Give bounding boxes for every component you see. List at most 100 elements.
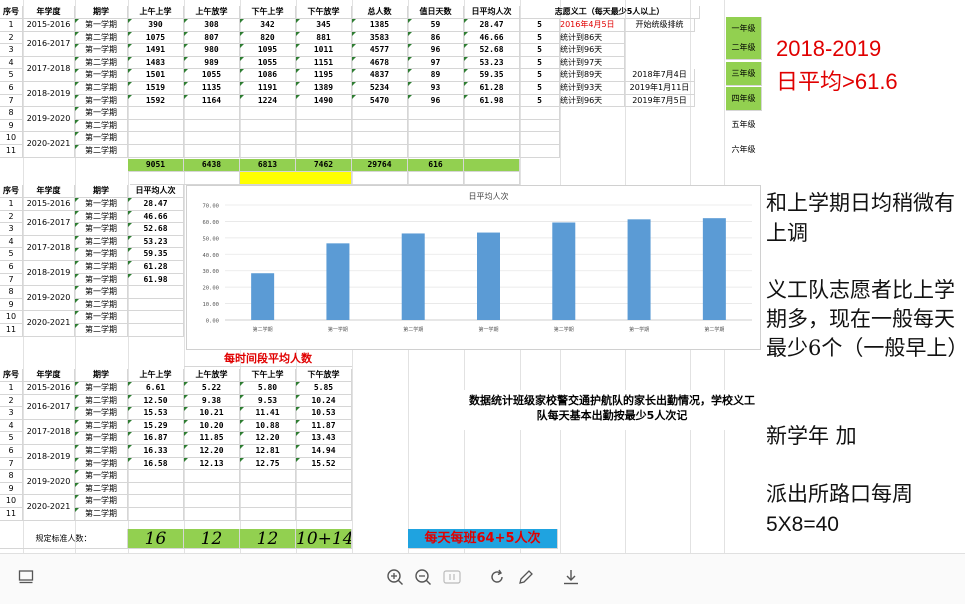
table3-term: 第二学期 (75, 508, 128, 521)
table1-row-index: 8 (0, 107, 23, 120)
rotate-icon[interactable] (486, 566, 508, 588)
table1-cell: 1086 (240, 69, 296, 82)
table1-cell: 1491 (128, 44, 184, 57)
bar-chart: 日平均人次 70.00 60.00 50.00 40.00 30.00 20.00 10.00… (186, 185, 761, 350)
table1-row-index: 4 (0, 56, 23, 70)
table3-header: 下午放学 (296, 369, 352, 382)
table1-cell (464, 107, 520, 120)
table2-row-index: 9 (0, 298, 23, 312)
table1-cell: 345 (296, 19, 352, 32)
table1-header: 值日天数 (408, 6, 464, 19)
table3-school-year: 2015-2016 (23, 382, 75, 395)
table3-cell: 12.50 (128, 394, 184, 408)
table3-cell (184, 482, 240, 496)
table2-value: 53.23 (128, 235, 184, 249)
table1-cell (408, 145, 464, 158)
table1-cell (408, 119, 464, 133)
table1-total: 29764 (352, 158, 408, 172)
table1-cell (352, 119, 408, 133)
table1-cell (296, 145, 352, 158)
table1-cell: 390 (128, 19, 184, 32)
table1-cell (408, 107, 464, 120)
table1-row-index: 3 (0, 44, 23, 57)
table3-title: 每时间段平均人数 (184, 351, 352, 367)
table1-header: 志愿义工（每天最少5人以上） (520, 6, 700, 19)
table1-total: 6813 (240, 158, 296, 172)
table1-term: 第二学期 (75, 145, 128, 158)
table1-cell: 61.28 (464, 82, 520, 95)
table1-term: 第一学期 (75, 94, 128, 108)
table2-term: 第二学期 (75, 261, 128, 274)
table1-cell: 5470 (352, 94, 408, 108)
table1-cell (128, 119, 184, 133)
table2-row-index: 1 (0, 198, 23, 211)
table1-school-year: 2017-2018 (23, 56, 75, 82)
grade-label: 四年级 (726, 87, 762, 111)
table3-cell (128, 495, 184, 508)
table3-cell (128, 482, 184, 496)
download-icon[interactable] (560, 566, 582, 588)
table1-cell (464, 132, 520, 145)
table3-cell: 9.38 (184, 394, 240, 408)
edit-icon[interactable] (515, 566, 537, 588)
table3-header: 年学度 (23, 369, 75, 382)
table1-cell: 86 (408, 31, 464, 45)
table1-cell: 1483 (128, 56, 184, 70)
table2-value: 28.47 (128, 198, 184, 211)
chart-x-tick: 第二学期 (253, 326, 273, 333)
table2-school-year: 2018-2019 (23, 261, 75, 287)
table3-row-index: 4 (0, 419, 23, 433)
table1-total: 6438 (184, 158, 240, 172)
table1-cell (240, 119, 296, 133)
table3-row-index: 7 (0, 457, 23, 471)
table2-term: 第一学期 (75, 273, 128, 287)
chart-bar (401, 233, 425, 320)
zoom-out-icon[interactable] (412, 566, 434, 588)
table1-cell: 46.66 (464, 31, 520, 45)
table1-header: 序号 (0, 6, 23, 19)
panel-icon[interactable] (15, 566, 37, 588)
table2-term: 第一学期 (75, 223, 128, 236)
grade-label: 六年级 (731, 145, 756, 154)
table2-school-year: 2020-2021 (23, 311, 75, 337)
table3-cell: 11.87 (296, 419, 352, 433)
table2-school-year: 2017-2018 (23, 235, 75, 261)
summary-since (130, 171, 240, 185)
table2-value: 61.28 (128, 261, 184, 274)
table1-cell: 5 (520, 31, 560, 45)
table1-cell: 1501 (128, 69, 184, 82)
table1-total: 9051 (128, 158, 184, 172)
table1-cell (184, 132, 240, 145)
table2-row-index: 3 (0, 223, 23, 236)
table2-term: 第二学期 (75, 324, 128, 337)
table1-cell: 5 (520, 56, 560, 70)
page-icon[interactable] (441, 566, 463, 588)
table2-school-year: 2015-2016 (23, 198, 75, 211)
table3-cell: 10.21 (184, 407, 240, 420)
table1-cell (184, 119, 240, 133)
table1-cell: 52.68 (464, 44, 520, 57)
summary-avg (464, 171, 520, 185)
table2-row-index: 7 (0, 273, 23, 287)
table2-row-index: 8 (0, 286, 23, 299)
table1-cell (520, 107, 560, 120)
table3-cell: 10.20 (184, 419, 240, 433)
chart-x-tick: 第一学期 (478, 326, 498, 333)
zoom-in-icon[interactable] (384, 566, 406, 588)
summary-label (240, 171, 352, 185)
table3-header: 上午放学 (184, 369, 240, 382)
table1-cell: 989 (184, 56, 240, 70)
table3-cell (128, 470, 184, 483)
table3-header: 下午上学 (240, 369, 296, 382)
table1-date-note: 2018年7月4日 (625, 69, 695, 82)
table1-cell: 807 (184, 31, 240, 45)
table1-term: 第一学期 (75, 69, 128, 82)
table1-cell: 1075 (128, 31, 184, 45)
table3-cell: 14.94 (296, 445, 352, 458)
summary-days (408, 171, 464, 185)
table3-term: 第二学期 (75, 419, 128, 433)
table3-cell: 16.33 (128, 445, 184, 458)
table3-cell: 6.61 (128, 382, 184, 395)
headline-avg: 日平均>61.6 (776, 69, 898, 94)
chart-x-tick: 第二学期 (403, 326, 423, 333)
